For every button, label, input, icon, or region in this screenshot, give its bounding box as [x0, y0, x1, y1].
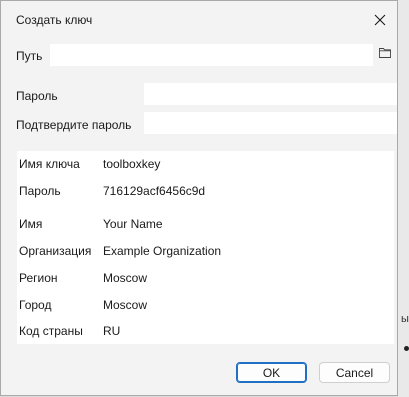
info-value: 716129acf6456c9d [103, 184, 206, 198]
background-window-edge [398, 0, 409, 397]
info-key: Пароль [19, 184, 61, 198]
path-input[interactable] [50, 44, 373, 66]
info-key: Организация [19, 244, 92, 258]
info-key: Имя [19, 217, 43, 231]
info-value: Your Name [103, 217, 163, 231]
info-value: RU [103, 324, 121, 338]
info-row-key-name: Имя ключа toolboxkey [17, 154, 394, 174]
password-input[interactable] [144, 83, 397, 105]
info-key: Код страны [19, 324, 83, 338]
info-key: Имя ключа [19, 157, 80, 171]
browse-folder-button[interactable] [379, 47, 393, 61]
title-bar: Создать ключ [1, 1, 397, 39]
close-icon [374, 14, 386, 26]
cancel-button[interactable]: Cancel [319, 362, 390, 383]
confirm-password-label: Подтвердите пароль [16, 118, 132, 132]
info-value: toolboxkey [103, 157, 161, 171]
confirm-password-input[interactable] [144, 112, 397, 134]
close-button[interactable] [367, 7, 393, 33]
create-key-dialog: Создать ключ Путь Пароль Подтвердите пар… [0, 0, 398, 396]
background-bullet-icon [404, 346, 409, 351]
info-row-name: Имя Your Name [17, 214, 394, 234]
path-label: Путь [16, 49, 43, 63]
dialog-title: Создать ключ [16, 13, 93, 27]
info-row-organization: Организация Example Organization [17, 241, 394, 261]
folder-icon [379, 48, 391, 58]
password-label: Пароль [16, 89, 58, 103]
info-row-password: Пароль 716129acf6456c9d [17, 181, 394, 201]
info-row-city: Город Moscow [17, 295, 394, 315]
info-key: Регион [19, 271, 58, 285]
key-info-panel: Имя ключа toolboxkey Пароль 716129acf645… [17, 151, 394, 344]
info-row-region: Регион Moscow [17, 268, 394, 288]
background-partial-text: ы [401, 313, 409, 325]
info-value: Example Organization [103, 244, 222, 258]
info-row-country-code: Код страны RU [17, 321, 394, 341]
info-value: Moscow [103, 298, 148, 312]
ok-button[interactable]: OK [236, 362, 307, 383]
info-key: Город [19, 298, 52, 312]
info-value: Moscow [103, 271, 148, 285]
